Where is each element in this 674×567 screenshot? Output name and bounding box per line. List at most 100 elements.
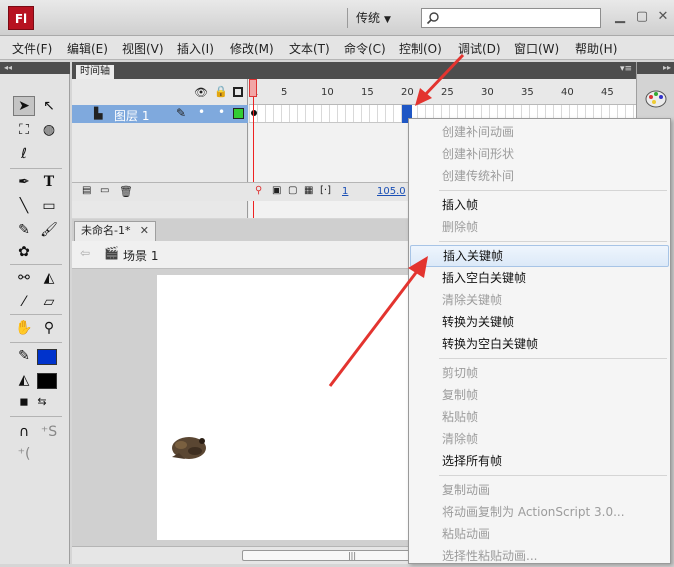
maximize-icon[interactable]: ▢ — [634, 9, 650, 25]
menu-file[interactable]: 文件(F) — [12, 40, 52, 57]
new-folder-icon[interactable]: ▭ — [100, 185, 109, 196]
panel-menu-icon[interactable]: ▾≡ — [620, 64, 632, 74]
paint-bucket-tool-icon[interactable]: ◭ — [38, 268, 60, 288]
tab-timeline[interactable]: 时间轴 — [76, 65, 114, 79]
tick-label: 25 — [441, 87, 454, 98]
menu-modify[interactable]: 修改(M) — [230, 40, 274, 57]
eye-icon[interactable]: 👁 — [194, 86, 208, 99]
pen-tool-icon[interactable]: ✒ — [13, 172, 35, 192]
scene-label[interactable]: 场景 1 — [123, 247, 158, 264]
free-transform-tool-icon[interactable]: ⛶ — [13, 120, 35, 140]
menu-debug[interactable]: 调试(D) — [458, 40, 501, 57]
line-tool-icon[interactable]: ╲ — [13, 196, 35, 216]
context-menu-item: 清除帧 — [442, 432, 479, 446]
frame-rate[interactable]: 105.0 — [377, 186, 406, 197]
menu-control[interactable]: 控制(O) — [399, 40, 442, 57]
lasso-tool-icon[interactable]: ℓ — [13, 144, 35, 164]
close-tab-icon[interactable]: ✕ — [140, 222, 149, 240]
menu-help[interactable]: 帮助(H) — [575, 40, 617, 57]
context-menu-item[interactable]: 插入空白关键帧 — [410, 267, 669, 289]
visibility-dot[interactable]: • — [198, 105, 205, 119]
onion-outline-icon[interactable]: ▢ — [288, 185, 297, 196]
palette-icon[interactable] — [645, 88, 667, 110]
context-menu-item: 粘贴帧 — [442, 410, 479, 424]
new-layer-icon[interactable]: ▤ — [82, 185, 91, 196]
fill-color-swatch[interactable] — [37, 373, 57, 389]
bone-tool-icon[interactable]: ⚯ — [13, 268, 35, 288]
stage[interactable] — [157, 275, 413, 540]
keyframe-marker[interactable] — [251, 110, 257, 116]
context-menu-item: 创建补间动画 — [442, 125, 515, 139]
onion-markers-icon[interactable]: [·] — [320, 185, 331, 196]
frame-ruler[interactable]: 1 5 10 15 20 25 30 35 40 45 — [249, 79, 636, 105]
context-menu-item: 删除帧 — [442, 220, 479, 234]
context-menu-item[interactable]: 转换为空白关键帧 — [410, 333, 669, 355]
snap-magnet-icon[interactable]: ∩ — [13, 422, 35, 442]
layer-name: 图层 1 — [114, 109, 150, 123]
menu-bar: 文件(F) 编辑(E) 视图(V) 插入(I) 修改(M) 文本(T) 命令(C… — [0, 36, 674, 60]
context-menu-item: 复制帧 — [442, 388, 479, 402]
menu-commands[interactable]: 命令(C) — [344, 40, 386, 57]
tick-label: 10 — [321, 87, 334, 98]
tick-label: 15 — [361, 87, 374, 98]
context-menu-item[interactable]: 转换为关键帧 — [410, 311, 669, 333]
context-menu-item: 复制动画 — [442, 483, 491, 497]
menu-view[interactable]: 视图(V) — [122, 40, 164, 57]
smooth-icon[interactable]: ⁺S — [38, 422, 60, 442]
search-input[interactable] — [421, 8, 601, 28]
tick-label: 35 — [521, 87, 534, 98]
brush-tool-icon[interactable]: 🖌 — [38, 220, 60, 240]
minimize-icon[interactable]: ▁ — [612, 9, 628, 25]
pencil-tool-icon[interactable]: ✎ — [13, 220, 35, 240]
playhead[interactable] — [249, 79, 257, 97]
lock-dot[interactable]: • — [218, 105, 225, 119]
timeline-header: 时间轴 ▾≡ — [72, 62, 636, 79]
rectangle-tool-icon[interactable]: ▭ — [38, 196, 60, 216]
eyedropper-tool-icon[interactable]: ⁄ — [13, 292, 35, 312]
stroke-color-icon: ✎ — [18, 348, 30, 364]
subselection-tool-icon[interactable]: ↖ — [38, 96, 60, 116]
center-frame-icon[interactable]: ⚲ — [255, 185, 262, 196]
workspace-label: 传统 — [356, 11, 381, 25]
outline-icon[interactable] — [233, 87, 243, 97]
tick-label: 20 — [401, 87, 414, 98]
edit-multiple-frames-icon[interactable]: ▦ — [304, 185, 313, 196]
swap-colors-icon[interactable]: ⇆ — [31, 392, 53, 412]
onion-skin-icon[interactable]: ▣ — [272, 185, 281, 196]
frog-image[interactable] — [167, 431, 211, 465]
panel-collapse-icon[interactable]: ◂◂ — [0, 62, 70, 74]
layer-color-box[interactable] — [233, 108, 244, 119]
context-menu-item[interactable]: 选择所有帧 — [410, 450, 669, 472]
eraser-tool-icon[interactable]: ▱ — [38, 292, 60, 312]
menu-text[interactable]: 文本(T) — [289, 40, 330, 57]
menu-insert[interactable]: 插入(I) — [177, 40, 214, 57]
selection-tool-icon[interactable]: ➤ — [13, 96, 35, 116]
stroke-color-swatch[interactable] — [37, 349, 57, 365]
trash-icon[interactable]: 🗑 — [119, 185, 133, 198]
close-icon[interactable]: ✕ — [655, 9, 671, 25]
menu-window[interactable]: 窗口(W) — [514, 40, 559, 57]
lock-icon[interactable]: 🔒 — [214, 85, 228, 98]
back-arrow-icon[interactable]: ⇦ — [80, 246, 90, 260]
hand-tool-icon[interactable]: ✋ — [13, 318, 35, 338]
context-menu-item[interactable]: 插入关键帧 — [410, 245, 669, 267]
context-menu-item[interactable]: 插入帧 — [410, 194, 669, 216]
3d-rotation-tool-icon[interactable]: ◍ — [38, 120, 60, 140]
current-frame[interactable]: 1 — [342, 186, 348, 197]
context-menu-item: 创建补间形状 — [442, 147, 515, 161]
deco-tool-icon[interactable]: ✿ — [13, 242, 35, 262]
layer-icon: ▙ — [94, 107, 103, 120]
menu-separator — [439, 475, 667, 476]
zoom-tool-icon[interactable]: ⚲ — [38, 318, 60, 338]
panel-expand-icon[interactable]: ▸▸ — [637, 62, 674, 74]
document-tab-label: 未命名-1* — [81, 224, 131, 237]
tick-label: 45 — [601, 87, 614, 98]
text-tool-icon[interactable]: T — [38, 172, 60, 192]
menu-edit[interactable]: 编辑(E) — [67, 40, 108, 57]
layer-row[interactable]: ▙ 图层 1 ✎ • • — [72, 105, 248, 123]
workspace-switcher[interactable]: 传统 ▼ — [356, 8, 408, 28]
scene-icon: 🎬 — [104, 246, 119, 260]
straighten-icon[interactable]: ⁺( — [13, 444, 35, 464]
document-tab[interactable]: 未命名-1* ✕ — [74, 221, 156, 241]
tick-label: 40 — [561, 87, 574, 98]
